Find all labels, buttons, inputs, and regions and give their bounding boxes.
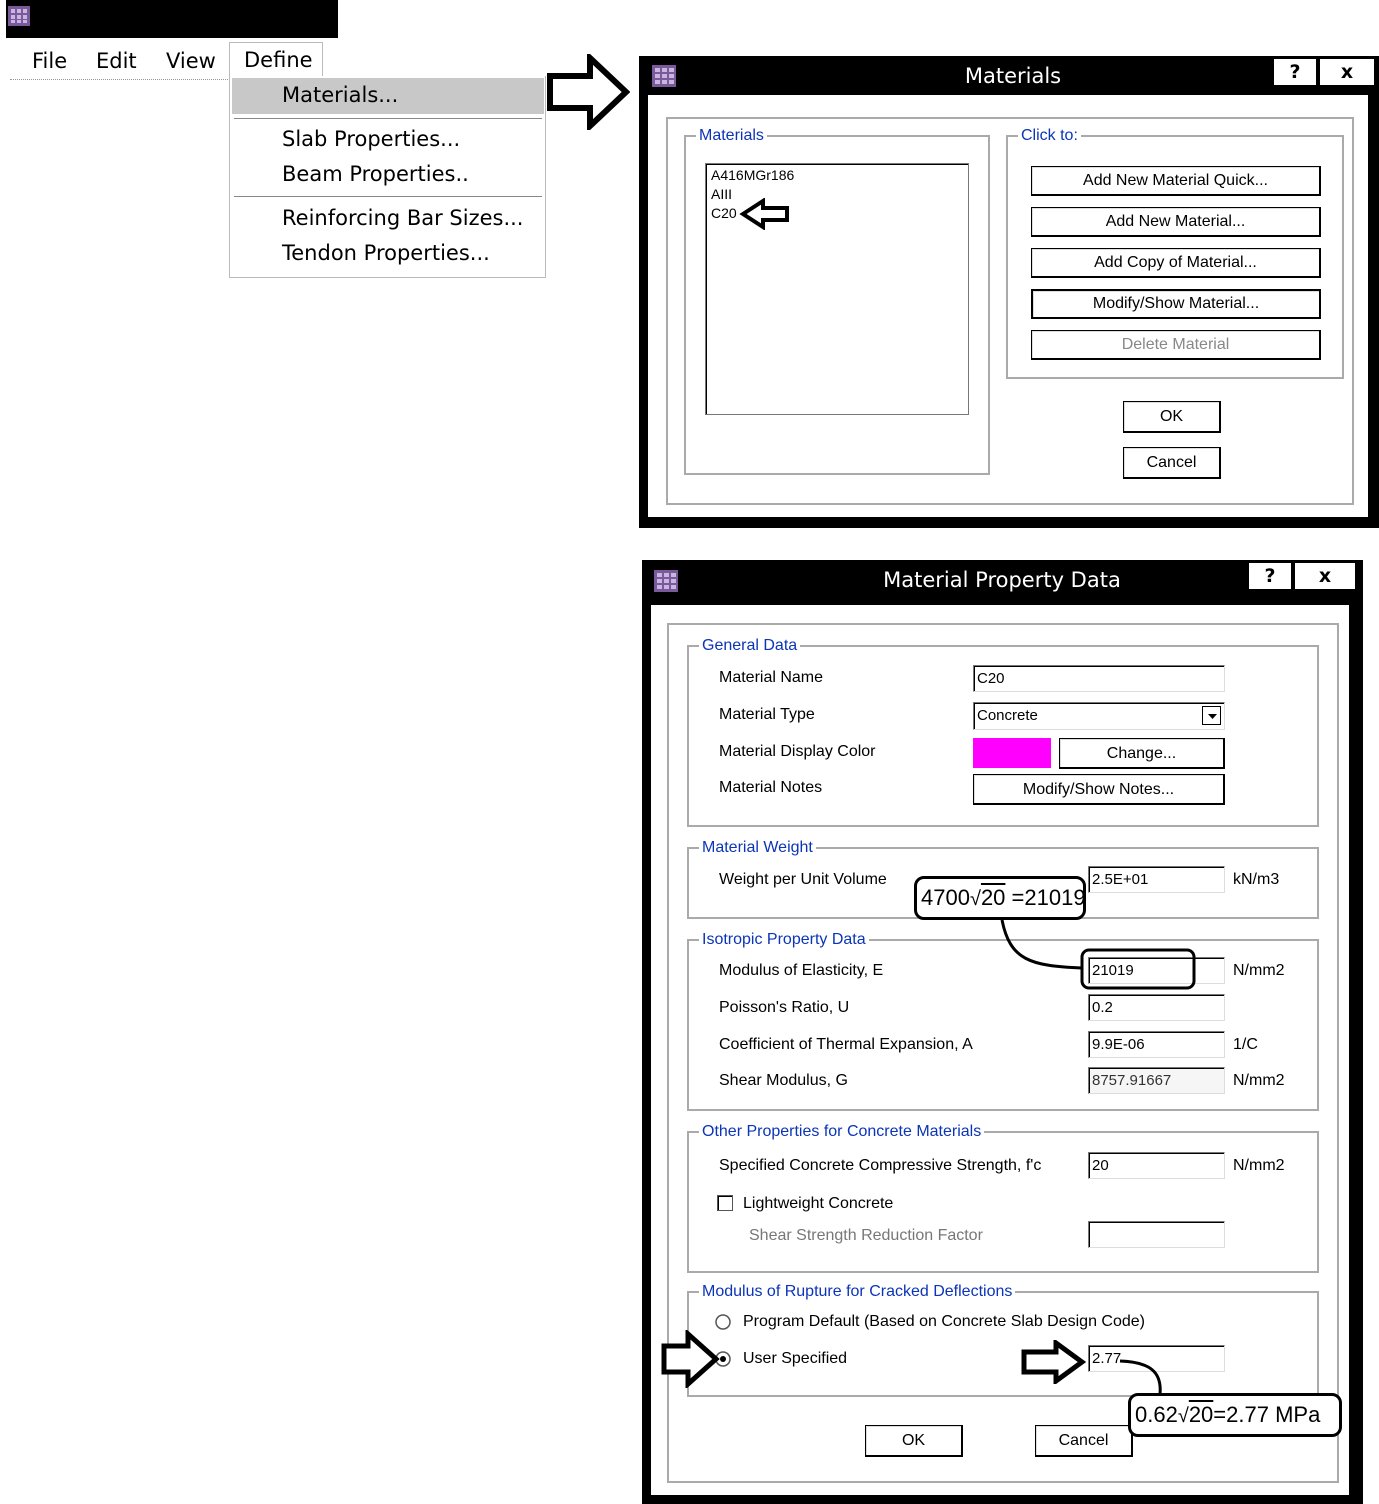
- app-title-bar: [6, 0, 338, 38]
- elasticity-formula-callout: 4700√20 =21019: [914, 876, 1086, 920]
- compressive-strength-label: Specified Concrete Compressive Strength,…: [719, 1157, 1042, 1174]
- modulus-of-rupture-label: Modulus of Rupture for Cracked Deflectio…: [699, 1283, 1016, 1301]
- display-color-label: Material Display Color: [719, 743, 876, 760]
- display-color-swatch: [973, 738, 1051, 768]
- ok-button[interactable]: OK: [1123, 401, 1221, 433]
- material-type-select[interactable]: Concrete: [973, 702, 1225, 730]
- modulus-of-elasticity-label: Modulus of Elasticity, E: [719, 962, 884, 979]
- add-new-material-quick-button[interactable]: Add New Material Quick...: [1031, 166, 1321, 196]
- dialog-body: Materials A416MGr186 AIII C20 Click to: …: [647, 94, 1369, 518]
- materials-group-label: Materials: [696, 127, 767, 145]
- menu-item-slab-properties[interactable]: Slab Properties...: [282, 122, 460, 156]
- thermal-expansion-field[interactable]: 9.9E-06: [1088, 1031, 1225, 1058]
- lightweight-concrete-label: Lightweight Concrete: [743, 1195, 894, 1212]
- program-default-radio[interactable]: [715, 1314, 731, 1330]
- menu-separator: [234, 196, 542, 198]
- rupture-formula-callout: 0.62√20=2.77 MPa: [1128, 1393, 1342, 1437]
- sqrt-icon: √: [1177, 1405, 1189, 1427]
- menu-item-tendon-properties[interactable]: Tendon Properties...: [282, 236, 490, 270]
- app-icon: [652, 65, 676, 87]
- formula-radicand: 20: [980, 885, 1006, 910]
- material-type-label: Material Type: [719, 706, 815, 723]
- elasticity-unit: N/mm2: [1233, 962, 1285, 979]
- app-icon: [8, 6, 30, 26]
- help-button[interactable]: ?: [1248, 562, 1292, 590]
- list-item[interactable]: AIII: [711, 184, 732, 204]
- menu-item-beam-properties[interactable]: Beam Properties..: [282, 157, 469, 191]
- menu-define[interactable]: Define: [229, 42, 323, 78]
- sqrt-icon: √: [969, 888, 981, 910]
- close-button[interactable]: x: [1319, 58, 1375, 86]
- formula-coefficient: 4700: [921, 885, 970, 910]
- materials-list[interactable]: A416MGr186 AIII C20: [705, 163, 969, 415]
- poissons-ratio-field[interactable]: 0.2: [1088, 994, 1225, 1021]
- program-default-label: Program Default (Based on Concrete Slab …: [743, 1313, 1145, 1330]
- thermal-expansion-unit: 1/C: [1233, 1036, 1258, 1053]
- shear-strength-reduction-label: Shear Strength Reduction Factor: [749, 1227, 983, 1244]
- app-icon: [654, 570, 678, 592]
- lightweight-concrete-checkbox[interactable]: [717, 1195, 733, 1211]
- material-property-dialog: Material Property Data ? x General Data …: [642, 560, 1363, 1504]
- ok-button[interactable]: OK: [865, 1425, 963, 1457]
- isotropic-property-label: Isotropic Property Data: [699, 931, 869, 949]
- modulus-of-elasticity-field[interactable]: 21019: [1088, 957, 1225, 984]
- material-name-field[interactable]: C20: [973, 665, 1225, 692]
- add-copy-of-material-button[interactable]: Add Copy of Material...: [1031, 248, 1321, 278]
- material-weight-label: Material Weight: [699, 839, 816, 857]
- arrow-right-icon: [1021, 1340, 1086, 1384]
- material-notes-label: Material Notes: [719, 779, 823, 796]
- arrow-left-icon: [739, 198, 789, 230]
- cancel-button[interactable]: Cancel: [1123, 447, 1221, 479]
- menu-item-materials[interactable]: Materials...: [282, 78, 398, 112]
- menu-edit[interactable]: Edit: [96, 46, 137, 76]
- weight-unit: kN/m3: [1233, 871, 1280, 888]
- thermal-expansion-label: Coefficient of Thermal Expansion, A: [719, 1036, 973, 1053]
- shear-strength-reduction-field: [1088, 1221, 1225, 1248]
- add-new-material-button[interactable]: Add New Material...: [1031, 207, 1321, 237]
- close-button[interactable]: x: [1294, 562, 1356, 590]
- arrow-right-icon: [547, 54, 630, 130]
- modulus-of-rupture-group: [687, 1291, 1319, 1397]
- user-specified-rupture-field[interactable]: 2.77: [1088, 1345, 1225, 1372]
- click-to-group-label: Click to:: [1018, 127, 1081, 145]
- concrete-properties-label: Other Properties for Concrete Materials: [699, 1123, 985, 1141]
- modify-show-notes-button[interactable]: Modify/Show Notes...: [973, 774, 1225, 805]
- delete-material-button[interactable]: Delete Material: [1031, 330, 1321, 360]
- material-name-label: Material Name: [719, 669, 824, 686]
- chevron-down-icon[interactable]: [1202, 706, 1221, 725]
- materials-dialog: Materials ? x Materials A416MGr186 AIII …: [639, 56, 1379, 528]
- menu-file[interactable]: File: [32, 46, 67, 76]
- formula-coefficient: 0.62: [1135, 1402, 1178, 1427]
- arrow-right-icon: [661, 1330, 720, 1388]
- modify-show-material-button[interactable]: Modify/Show Material...: [1031, 289, 1321, 319]
- formula-result: =2.77 MPa: [1213, 1402, 1321, 1427]
- define-dropdown: Materials... Slab Properties... Beam Pro…: [229, 76, 546, 278]
- change-color-button[interactable]: Change...: [1059, 738, 1225, 769]
- formula-result: =21019: [1005, 885, 1086, 910]
- user-specified-label: User Specified: [743, 1350, 848, 1367]
- cancel-button[interactable]: Cancel: [1035, 1425, 1133, 1457]
- material-type-value: Concrete: [977, 707, 1038, 724]
- poissons-ratio-label: Poisson's Ratio, U: [719, 999, 850, 1016]
- shear-modulus-label: Shear Modulus, G: [719, 1072, 848, 1089]
- menu-item-reinforcing-bar-sizes[interactable]: Reinforcing Bar Sizes...: [282, 201, 523, 235]
- weight-per-unit-volume-field[interactable]: 2.5E+01: [1088, 866, 1225, 893]
- weight-per-unit-volume-label: Weight per Unit Volume: [719, 871, 887, 888]
- compressive-strength-field[interactable]: 20: [1088, 1152, 1225, 1179]
- general-data-label: General Data: [699, 637, 801, 655]
- shear-modulus-unit: N/mm2: [1233, 1072, 1285, 1089]
- help-button[interactable]: ?: [1273, 58, 1317, 86]
- menu-view[interactable]: View: [166, 46, 216, 76]
- formula-radicand: 20: [1188, 1402, 1214, 1427]
- dialog-title: Materials: [964, 64, 1062, 88]
- dialog-body: General Data Material Name C20 Material …: [650, 604, 1350, 1496]
- menu-separator: [234, 118, 542, 120]
- list-item[interactable]: A416MGr186: [711, 165, 794, 185]
- dialog-title: Material Property Data: [883, 568, 1121, 592]
- compressive-strength-unit: N/mm2: [1233, 1157, 1285, 1174]
- shear-modulus-field: 8757.91667: [1088, 1067, 1225, 1094]
- list-item[interactable]: C20: [711, 203, 737, 223]
